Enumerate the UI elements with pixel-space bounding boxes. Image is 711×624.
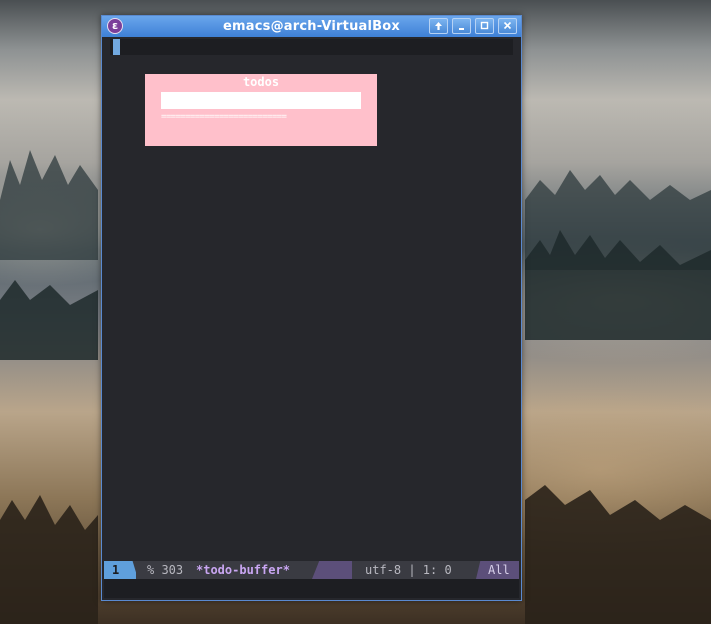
mode-line-scroll-segment: All xyxy=(476,561,519,579)
encoding-position[interactable]: utf-8 | 1: 0 xyxy=(365,561,452,579)
echo-area[interactable] xyxy=(104,579,519,598)
keep-above-button[interactable] xyxy=(429,18,448,34)
close-button[interactable] xyxy=(498,18,517,34)
maximize-button[interactable] xyxy=(475,18,494,34)
mode-line-buffer-segment: % 303 *todo-buffer* xyxy=(136,561,322,579)
window-number-badge[interactable]: 1 xyxy=(104,561,138,579)
todo-separator: ========================== xyxy=(161,112,287,122)
close-icon xyxy=(503,21,512,30)
buffer-status: % 303 xyxy=(147,563,184,577)
window-number: 1 xyxy=(112,563,120,577)
emacs-frame: todos ========================== 1 % 303… xyxy=(104,37,519,600)
mode-line-encoding-segment: utf-8 | 1: 0 xyxy=(352,561,480,579)
up-arrow-icon xyxy=(435,22,442,30)
title-bar[interactable]: ε emacs@arch-VirtualBox xyxy=(102,16,521,37)
todo-panel: todos ========================== xyxy=(145,74,377,146)
minimize-button[interactable] xyxy=(452,18,471,34)
todo-panel-title: todos xyxy=(242,75,280,89)
emacs-window: ε emacs@arch-VirtualBox todos ==========… xyxy=(101,15,522,601)
minimize-icon xyxy=(459,28,464,30)
buffer-name[interactable]: *todo-buffer* xyxy=(196,561,290,579)
maximize-icon xyxy=(480,21,489,30)
mode-line: 1 % 303 *todo-buffer* utf-8 | 1: 0 All xyxy=(104,561,519,579)
text-cursor xyxy=(113,39,120,55)
todo-input-field[interactable] xyxy=(161,92,361,109)
header-line xyxy=(110,39,513,55)
scroll-position: All xyxy=(488,563,510,577)
